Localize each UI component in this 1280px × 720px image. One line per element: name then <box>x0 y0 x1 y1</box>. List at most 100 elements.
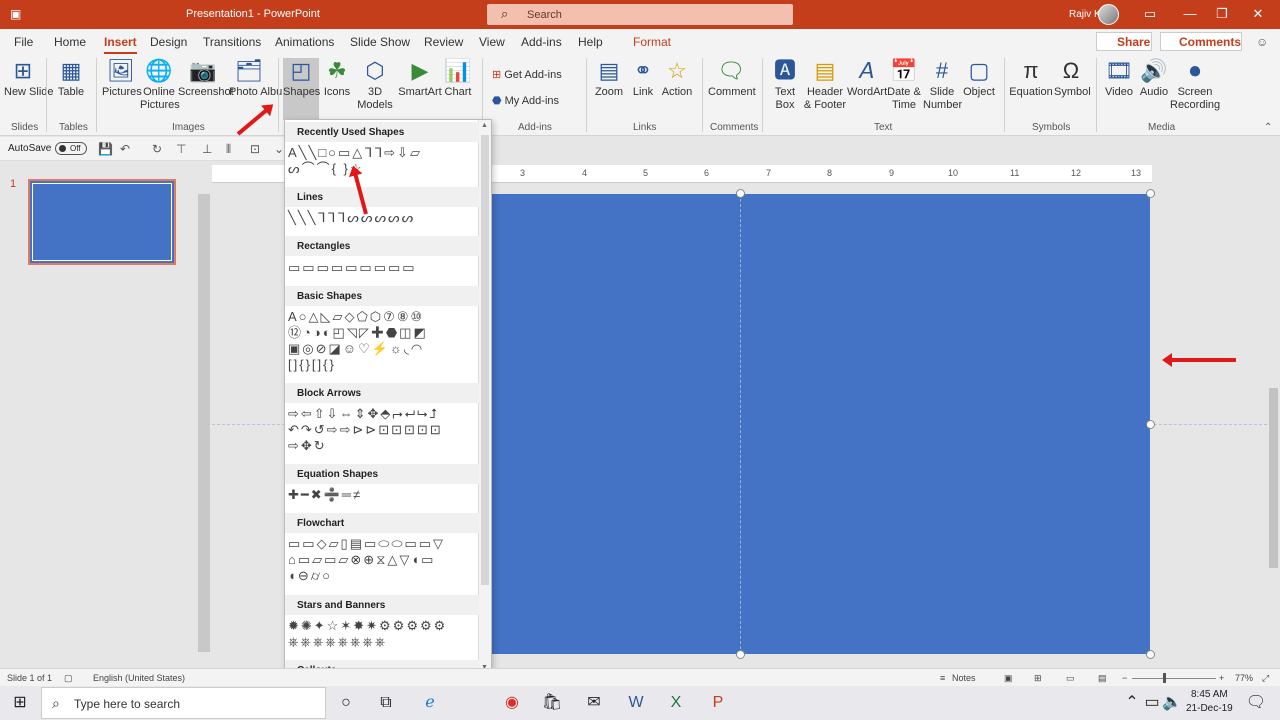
zoom-slider-thumb[interactable] <box>1163 673 1166 683</box>
scrollbar-thumb[interactable] <box>1269 388 1278 568</box>
collapse-ribbon-icon[interactable]: ⌃ <box>1264 122 1272 133</box>
zoom-button[interactable]: ▤ Zoom <box>592 58 626 99</box>
tab-design[interactable]: Design <box>150 35 187 49</box>
shape-row[interactable]: A╲╲□○▭△ᒣᒣ⇨⇩▱ <box>288 145 422 161</box>
redo-icon[interactable]: ↻ <box>152 142 162 156</box>
share-button[interactable]: Share <box>1096 32 1152 51</box>
action-button[interactable]: ☆ Action <box>660 58 694 99</box>
shape-row[interactable]: ⇨⇦⇧⇩⇔⇕✥⬘⮣⮠⮡⮥ <box>288 406 439 422</box>
fit-slide-icon[interactable]: ⤢ <box>1262 673 1269 684</box>
chart-button[interactable]: 📊 Chart <box>444 58 472 99</box>
scroll-up-icon[interactable]: ▲ <box>481 122 488 129</box>
screen-recording-button[interactable]: ⏺ Screen Recording <box>1170 58 1220 112</box>
notes-button[interactable]: Notes <box>952 673 976 683</box>
zoom-slider[interactable] <box>1132 678 1216 679</box>
reading-view-icon[interactable]: ▭ <box>1066 673 1075 684</box>
online-pictures-button[interactable]: 🌐 Online Pictures <box>140 58 180 112</box>
shape-row[interactable]: ╲╲╲ᒣᒣᒣᔕᔕᔕᔕᔕ <box>288 210 415 226</box>
tab-insert[interactable]: Insert <box>104 35 137 54</box>
spellcheck-icon[interactable]: ▢ <box>64 673 73 684</box>
minimize-icon[interactable]: — <box>1180 5 1200 23</box>
tab-home[interactable]: Home <box>54 35 86 49</box>
smiley-icon[interactable]: ☺ <box>1256 35 1268 49</box>
slide-sorter-icon[interactable]: ⊞ <box>1034 673 1042 684</box>
shape-row[interactable]: []{}[]{} <box>288 357 336 373</box>
tab-animations[interactable]: Animations <box>275 35 334 49</box>
resize-handle-top[interactable] <box>736 189 745 198</box>
audio-button[interactable]: 🔊 Audio <box>1138 58 1170 99</box>
table-button[interactable]: ▦ Table <box>52 58 90 99</box>
my-add-ins-button[interactable]: ⬣ My Add-ins <box>492 94 559 107</box>
header-footer-button[interactable]: ▤ Header & Footer <box>803 58 847 112</box>
shape-row[interactable]: ⎈⎈⎈⎈⎈⎈⎈⎈ <box>288 634 387 650</box>
comments-button[interactable]: Comments <box>1160 32 1242 51</box>
object-button[interactable]: ▢ Object <box>961 58 997 99</box>
word-icon[interactable]: W <box>624 692 648 714</box>
smartart-button[interactable]: ▶ SmartArt <box>398 58 442 99</box>
dropdown-scrollbar-thumb[interactable] <box>481 135 489 585</box>
shapes-button[interactable]: ◰ Shapes <box>283 58 320 120</box>
get-add-ins-button[interactable]: ⊞ Get Add-ins <box>492 68 562 81</box>
undo-icon[interactable]: ↶ <box>120 142 130 156</box>
3d-models-button[interactable]: ⬡ 3D Models <box>354 58 396 112</box>
pictures-button[interactable]: 🖼 Pictures <box>102 58 142 99</box>
shape-row[interactable]: ⇨✥↻ <box>288 438 327 454</box>
powerpoint-icon[interactable]: P <box>706 692 730 714</box>
tab-view[interactable]: View <box>479 35 505 49</box>
distribute-icon[interactable]: ⫴ <box>226 142 231 157</box>
resize-handle-bottom[interactable] <box>736 650 745 659</box>
tab-help[interactable]: Help <box>578 35 603 49</box>
mail-icon[interactable]: ✉ <box>582 692 606 714</box>
normal-view-icon[interactable]: ▣ <box>1004 673 1013 684</box>
tab-transitions[interactable]: Transitions <box>203 35 261 49</box>
zoom-in-icon[interactable]: + <box>1219 673 1224 683</box>
shape-row[interactable]: ✹✺✦☆✶✸✷⚙⚙⚙⚙⚙ <box>288 618 447 634</box>
shape-row[interactable]: ⌂▭▱▭▱⊗⊕⧖△▽◖▭ <box>288 552 435 568</box>
new-slide-button[interactable]: ⊞ New Slide <box>4 58 54 99</box>
taskbar-search[interactable]: ⌕ Type here to search <box>41 687 326 719</box>
group-icon[interactable]: ⊡ <box>250 142 260 156</box>
volume-icon[interactable]: 🔈 <box>1160 692 1184 714</box>
excel-icon[interactable]: X <box>664 692 688 714</box>
tab-format[interactable]: Format <box>633 35 671 49</box>
link-button[interactable]: ⚭ Link <box>628 58 658 99</box>
ribbon-display-icon[interactable]: ▭ <box>1140 5 1160 23</box>
shape-row[interactable]: ◖⊖⌭○ <box>288 568 332 584</box>
autosave-toggle[interactable]: Off <box>55 142 87 155</box>
date-time-button[interactable]: 📅 Date & Time <box>886 58 922 112</box>
align-icon[interactable]: ⊥ <box>202 142 212 156</box>
language[interactable]: English (United States) <box>93 673 185 683</box>
chrome-icon[interactable]: ◉ <box>500 692 524 714</box>
resize-handle-top-right[interactable] <box>1146 189 1155 198</box>
video-button[interactable]: 🎞 Video <box>1102 58 1136 99</box>
save-icon[interactable]: 💾 <box>98 142 113 156</box>
equation-button[interactable]: π Equation <box>1008 58 1054 99</box>
shape-row[interactable]: ▣◎⊘◪☺♡⚡☼◟◠ <box>288 341 424 357</box>
close-icon[interactable]: ✕ <box>1248 5 1268 23</box>
search-input[interactable]: ⌕ Search <box>487 4 793 25</box>
tab-review[interactable]: Review <box>424 35 463 49</box>
icons-button[interactable]: ☘ Icons <box>322 58 352 99</box>
slide-number-button[interactable]: # Slide Number <box>923 58 962 112</box>
vertical-scrollbar[interactable] <box>1267 170 1280 625</box>
notifications-icon[interactable]: 🗨 <box>1244 692 1268 714</box>
store-icon[interactable]: 🛍 <box>540 692 564 714</box>
edge-icon[interactable]: ℯ <box>418 692 442 714</box>
tab-add-ins[interactable]: Add-ins <box>521 35 562 49</box>
slide-thumbnail[interactable] <box>28 179 176 265</box>
task-view-icon[interactable]: ⧉ <box>374 692 398 714</box>
tab-file[interactable]: File <box>14 35 33 49</box>
shape-row[interactable]: ↶↷↺⇨⇨⊳⊳⊡⊡⊡⊡⊡ <box>288 422 443 438</box>
avatar[interactable] <box>1098 4 1119 25</box>
wordart-button[interactable]: 𝘈 WordArt <box>847 58 887 99</box>
tab-slide-show[interactable]: Slide Show <box>350 35 410 49</box>
shape-row[interactable]: ⑫◔◑◐◰◹◸✚⬣◫◩ <box>288 325 428 341</box>
resize-handle-right[interactable] <box>1146 420 1155 429</box>
screenshot-button[interactable]: 📷 Screenshot <box>178 58 234 99</box>
text-box-button[interactable]: 🅰 Text Box <box>768 58 802 112</box>
zoom-level[interactable]: 77% <box>1235 673 1253 683</box>
restore-icon[interactable]: ❐ <box>1212 5 1232 23</box>
dropdown-scrollbar[interactable]: ▲ ▼ <box>478 120 491 683</box>
system-clock[interactable]: 8:45 AM 21-Dec-19 <box>1186 688 1233 716</box>
shape-row[interactable]: ▭▭▭▭▭▭▭▭▭ <box>288 260 417 276</box>
